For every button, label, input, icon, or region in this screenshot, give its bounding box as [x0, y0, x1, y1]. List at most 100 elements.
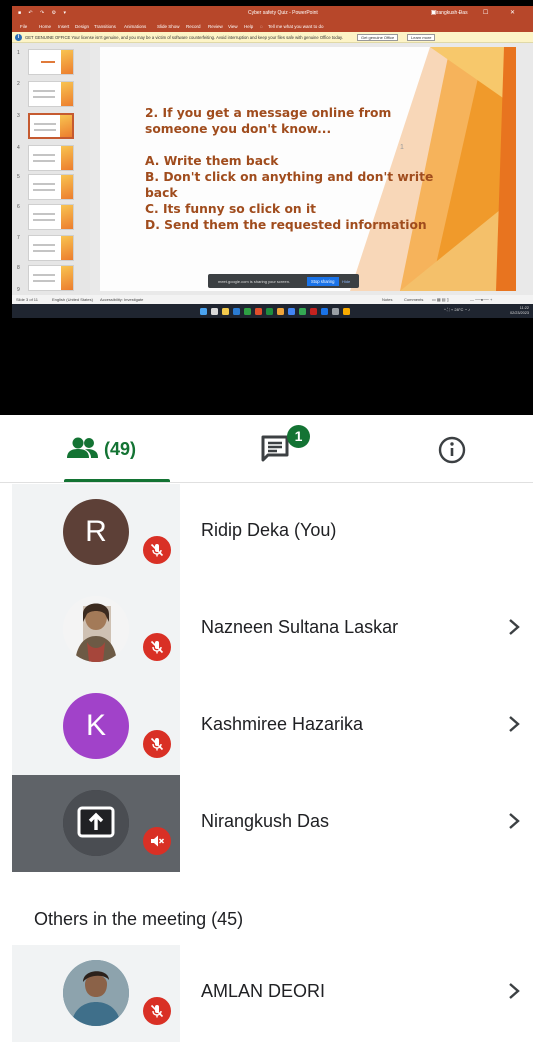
app-icon[interactable]	[321, 307, 328, 315]
participant-row[interactable]: AMLAN DEORI	[0, 945, 533, 1042]
notice-text: GET GENUINE OFFICE Your license isn't ge…	[25, 35, 343, 40]
people-icon	[67, 437, 98, 458]
chevron-right-icon[interactable]	[506, 617, 522, 637]
mic-off-icon	[140, 994, 174, 1028]
window-controls[interactable]: ▣ – ☐ ✕	[431, 9, 525, 16]
tell-me-search[interactable]: Tell me what you want to do	[268, 24, 324, 29]
excel-icon[interactable]	[244, 307, 251, 315]
notes-button[interactable]: Notes	[382, 297, 392, 302]
slide-thumbnail[interactable]	[28, 81, 74, 107]
ribbon-tab[interactable]: Record	[186, 24, 201, 29]
slide-text: 2. If you get a message online from some…	[145, 105, 445, 233]
app-icon[interactable]	[332, 307, 339, 315]
app-icon[interactable]	[299, 307, 306, 315]
comments-button[interactable]: Comments	[404, 297, 423, 302]
system-tray[interactable]: ^ ⛶ ⌁ 28°C ◔ ♪	[444, 307, 470, 312]
get-genuine-office-button[interactable]: Get genuine Office	[357, 33, 399, 41]
app-icon[interactable]	[288, 307, 295, 315]
avatar-initial: R	[85, 515, 107, 548]
profile-photo	[63, 596, 129, 662]
word-icon[interactable]	[233, 307, 240, 315]
others-section-title: Others in the meeting (45)	[34, 909, 244, 929]
speaker-off-icon	[140, 824, 174, 858]
slide-thumbnail[interactable]	[28, 235, 74, 261]
ribbon-tab[interactable]: Insert	[58, 24, 69, 29]
chat-unread-badge: 1	[287, 425, 310, 448]
people-count: (49)	[104, 439, 137, 459]
participant-row[interactable]: Nirangkush Das	[0, 775, 533, 872]
participant-row[interactable]: K Kashmiree Hazarika	[0, 678, 533, 775]
status-bar: Slide 3 of 11 English (United States) Ac…	[12, 295, 533, 304]
option-b: B. Don't click on anything and don't wri…	[145, 170, 434, 200]
lightbulb-icon: ◌	[260, 24, 263, 29]
slide-thumbnail[interactable]	[28, 204, 74, 230]
avatar-initial: K	[85, 709, 106, 742]
participant-name: Nirangkush Das	[201, 811, 330, 831]
avatar: R	[63, 499, 129, 565]
active-tab-indicator	[64, 479, 170, 482]
app-icon[interactable]	[310, 307, 317, 315]
view-icons[interactable]: ▭ ▦ ▤ ▯	[432, 297, 449, 302]
ribbon-tab[interactable]: Home	[39, 24, 51, 29]
slide-thumbnail[interactable]	[28, 174, 74, 200]
ribbon-tab[interactable]: Help	[244, 24, 253, 29]
app-icon[interactable]	[277, 307, 284, 315]
slide-counter: Slide 3 of 11	[16, 297, 38, 302]
ribbon-tab[interactable]: Design	[75, 24, 89, 29]
folder-icon[interactable]	[222, 307, 229, 315]
chevron-right-icon[interactable]	[506, 714, 522, 734]
slide-thumbnail[interactable]	[28, 49, 74, 75]
thumbnail-number: 5	[17, 174, 20, 180]
question-text: 2. If you get a message online from some…	[145, 106, 392, 136]
ribbon-tab[interactable]: Animations	[124, 24, 146, 29]
thumbnail-number: 2	[17, 81, 20, 87]
thumbnail-number: 7	[17, 235, 20, 241]
slide-thumbnail-selected[interactable]	[28, 113, 74, 139]
zoom-slider[interactable]: — ──●── +	[470, 297, 492, 302]
license-notice: i GET GENUINE OFFICE Your license isn't …	[12, 32, 533, 43]
search-icon[interactable]	[211, 307, 218, 315]
info-icon	[438, 436, 466, 464]
chevron-right-icon[interactable]	[506, 981, 522, 1001]
share-notice-text: meet.google.com is sharing your screen.	[218, 279, 291, 284]
avatar	[63, 596, 129, 662]
quick-access-icons[interactable]: ■ ↶ ↷ ⚙ ▾	[18, 10, 69, 16]
start-icon[interactable]	[200, 307, 207, 315]
participant-row[interactable]: Nazneen Sultana Laskar	[0, 581, 533, 678]
thumbnail-number: 8	[17, 265, 20, 271]
clock-time: 11:22	[519, 306, 529, 310]
tab-info[interactable]	[420, 415, 490, 482]
ribbon-tab[interactable]: View	[228, 24, 238, 29]
powerpoint-icon[interactable]	[255, 307, 262, 315]
ribbon-tabs: File Home Insert Design Transitions Anim…	[12, 21, 533, 32]
weather-text: 28°C	[454, 307, 464, 312]
slide-canvas[interactable]: 2. If you get a message online from some…	[100, 47, 516, 291]
learn-more-button[interactable]: Learn more	[407, 33, 436, 41]
ribbon-tab[interactable]: Slide Show	[157, 24, 180, 29]
hide-button[interactable]: Hide	[342, 279, 350, 284]
screen-share-bar: meet.google.com is sharing your screen. …	[208, 274, 359, 288]
ribbon-tab[interactable]: Transitions	[94, 24, 116, 29]
avatar	[63, 790, 129, 856]
accessibility-label[interactable]: Accessibility: Investigate	[100, 297, 143, 302]
slide-thumbnail[interactable]	[28, 265, 74, 291]
ribbon-tab[interactable]: Review	[208, 24, 223, 29]
chevron-right-icon[interactable]	[506, 811, 522, 831]
app-icon[interactable]	[343, 307, 350, 315]
option-d: D. Send them the requested information	[145, 218, 427, 232]
ribbon-tab[interactable]: File	[20, 24, 27, 29]
title-bar: ■ ↶ ↷ ⚙ ▾ Cyber safety Quiz - PowerPoint…	[12, 6, 533, 21]
taskbar-clock[interactable]: 11:22 02/23/2023	[510, 306, 529, 316]
participant-row[interactable]: R Ridip Deka (You)	[0, 484, 533, 581]
tab-people[interactable]: (49)	[34, 415, 170, 482]
document-title: Cyber safety Quiz - PowerPoint	[248, 10, 318, 16]
chrome-icon[interactable]	[266, 307, 273, 315]
stop-sharing-button[interactable]: Stop sharing	[307, 276, 339, 286]
slide-thumbnail[interactable]	[28, 145, 74, 171]
clock-date: 02/23/2023	[509, 311, 529, 315]
thumbnail-number: 3	[17, 113, 20, 119]
slide-thumbnails: 1 2 3 4 5 6 7 8 9	[12, 43, 90, 295]
presenting-screen-icon	[63, 790, 129, 856]
language-label[interactable]: English (United States)	[52, 297, 93, 302]
tab-chat[interactable]: 1	[230, 415, 320, 482]
